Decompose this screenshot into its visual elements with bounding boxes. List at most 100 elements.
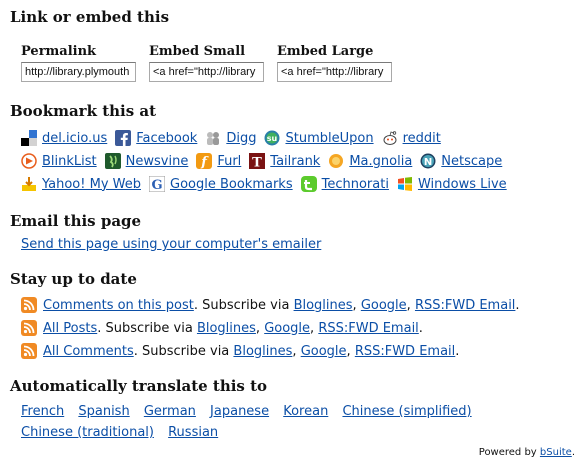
powered-by-text: Powered by <box>478 447 537 458</box>
feed-period: . <box>133 343 138 359</box>
embed-large-input[interactable] <box>277 62 392 82</box>
technorati-icon <box>300 176 317 192</box>
bookmark-furl[interactable]: f Furl <box>196 153 241 169</box>
feed-period: . <box>418 320 423 336</box>
rssfwd-email-link[interactable]: RSS:FWD Email <box>318 321 418 336</box>
bookmark-section-title: Bookmark this at <box>10 102 157 120</box>
bookmark-netscape[interactable]: N Netscape <box>420 153 502 169</box>
google-feed-link[interactable]: Google <box>361 298 407 313</box>
embed-large-label: Embed Large <box>277 44 374 59</box>
rssfwd-email-link[interactable]: RSS:FWD Email <box>415 298 515 313</box>
google-feed-link[interactable]: Google <box>264 321 310 336</box>
magnolia-icon <box>328 153 344 169</box>
translate-chinese-simplified-link[interactable]: Chinese (simplified) <box>342 404 471 419</box>
digg-icon <box>205 130 221 146</box>
bloglines-link[interactable]: Bloglines <box>233 344 292 359</box>
email-section-title: Email this page <box>10 212 142 230</box>
stay-section-title: Stay up to date <box>10 270 137 288</box>
permalink-group: Permalink <box>21 44 149 82</box>
bookmark-stumbleupon[interactable]: su StumbleUpon <box>264 130 374 146</box>
bloglines-link[interactable]: Bloglines <box>294 298 353 313</box>
bookmark-facebook-label: Facebook <box>136 130 198 146</box>
bookmark-tailrank-label: Tailrank <box>270 153 321 169</box>
embed-small-label: Embed Small <box>149 44 246 59</box>
translate-korean-link[interactable]: Korean <box>283 404 328 419</box>
reddit-icon <box>382 130 398 146</box>
feed-all-comments-link[interactable]: All Comments <box>43 344 134 359</box>
feed-period: . <box>97 320 102 336</box>
embed-section-title: Link or embed this <box>10 8 170 26</box>
facebook-icon <box>115 130 132 146</box>
translate-row-2: Chinese (traditional) Russian <box>21 425 228 440</box>
rss-icon <box>21 297 37 313</box>
bookmark-stumbleupon-label: StumbleUpon <box>285 130 374 146</box>
bookmark-google[interactable]: G Google Bookmarks <box>149 176 293 192</box>
bookmark-netscape-label: Netscape <box>441 153 503 169</box>
rss-icon <box>21 343 37 359</box>
bookmark-furl-label: Furl <box>217 153 242 169</box>
bookmark-technorati-label: Technorati <box>321 176 389 192</box>
netscape-icon: N <box>420 153 436 169</box>
bookmark-digg[interactable]: Digg <box>205 130 256 146</box>
embed-fields: Permalink Embed Small Embed Large <box>21 44 405 82</box>
bookmark-blinklist-label: BlinkList <box>42 153 97 169</box>
delicious-icon <box>21 130 37 146</box>
bookmark-newsvine-label: Newsvine <box>125 153 189 169</box>
feed-comma: , <box>346 343 351 359</box>
embed-small-group: Embed Small <box>149 44 277 82</box>
tailrank-icon: T <box>249 153 266 170</box>
bsuite-link[interactable]: bSuite <box>540 447 572 458</box>
subscribe-via-text: Subscribe via <box>142 343 230 359</box>
bookmark-row-3: Yahoo! My Web G Google Bookmarks Technor… <box>21 176 515 192</box>
translate-row-1: French Spanish German Japanese Korean Ch… <box>21 404 482 419</box>
feed-row: Comments on this post. Subscribe via Blo… <box>21 297 520 313</box>
bookmark-windowslive[interactable]: Windows Live <box>397 176 507 192</box>
feed-comments-post-link[interactable]: Comments on this post <box>43 298 194 313</box>
rss-icon <box>21 320 37 336</box>
feed-row: All Comments. Subscribe via Bloglines, G… <box>21 343 459 359</box>
feed-all-posts-link[interactable]: All Posts <box>43 321 97 336</box>
share-panel: Link or embed this Permalink Embed Small… <box>0 0 587 470</box>
bookmark-google-label: Google Bookmarks <box>170 176 293 192</box>
bookmark-yahoo[interactable]: Yahoo! My Web <box>21 176 141 192</box>
email-row: Send this page using your computer's ema… <box>21 237 321 252</box>
rssfwd-email-link[interactable]: RSS:FWD Email <box>355 344 455 359</box>
translate-section-title: Automatically translate this to <box>10 377 268 395</box>
feed-comma: , <box>310 320 315 336</box>
send-email-link[interactable]: Send this page using your computer's ema… <box>21 237 321 252</box>
bookmark-technorati[interactable]: Technorati <box>300 176 389 192</box>
translate-french-link[interactable]: French <box>21 404 64 419</box>
bookmark-tailrank[interactable]: T Tailrank <box>249 153 320 169</box>
footer-period: . <box>571 447 575 458</box>
svg-text:su: su <box>267 134 278 143</box>
bloglines-link[interactable]: Bloglines <box>197 321 256 336</box>
svg-text:G: G <box>151 178 162 192</box>
svg-text:N: N <box>424 157 432 168</box>
translate-german-link[interactable]: German <box>144 404 196 419</box>
translate-japanese-link[interactable]: Japanese <box>210 404 269 419</box>
feed-row: All Posts. Subscribe via Bloglines, Goog… <box>21 320 423 336</box>
windows-live-icon <box>397 176 413 192</box>
embed-small-input[interactable] <box>149 62 264 82</box>
stumbleupon-icon: su <box>264 130 280 146</box>
bookmark-delicious[interactable]: del.icio.us <box>21 130 107 146</box>
embed-large-group: Embed Large <box>277 44 405 82</box>
bookmark-magnolia[interactable]: Ma.gnolia <box>328 153 412 169</box>
translate-chinese-traditional-link[interactable]: Chinese (traditional) <box>21 425 154 440</box>
subscribe-via-text: Subscribe via <box>105 320 193 336</box>
bookmark-newsvine[interactable]: Newsvine <box>104 153 189 169</box>
feed-comma: , <box>352 297 357 313</box>
blinklist-icon <box>21 153 37 169</box>
bookmark-facebook[interactable]: Facebook <box>115 130 197 146</box>
google-feed-link[interactable]: Google <box>301 344 347 359</box>
bookmark-yahoo-label: Yahoo! My Web <box>42 176 141 192</box>
permalink-input[interactable] <box>21 62 136 82</box>
svg-text:T: T <box>252 156 262 170</box>
feed-period: . <box>193 297 198 313</box>
translate-spanish-link[interactable]: Spanish <box>78 404 129 419</box>
bookmark-magnolia-label: Ma.gnolia <box>349 153 413 169</box>
translate-russian-link[interactable]: Russian <box>168 425 218 440</box>
bookmark-reddit[interactable]: reddit <box>382 130 441 146</box>
bookmark-row-1: del.icio.us Facebook Digg su StumbleUpon… <box>21 130 449 146</box>
bookmark-blinklist[interactable]: BlinkList <box>21 153 97 169</box>
